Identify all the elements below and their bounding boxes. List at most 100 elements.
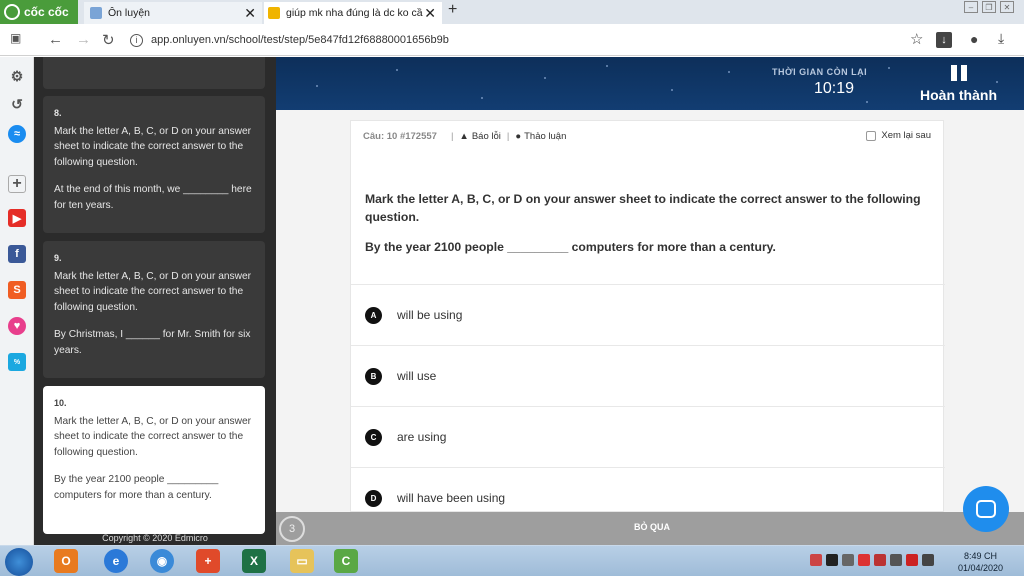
heart-app-icon[interactable]: ♥ (8, 317, 26, 335)
clock-time: 8:49 CH (964, 551, 998, 561)
question-text: By the year 2100 people _________ comput… (365, 240, 776, 254)
question-footer: 3 BỎ QUA (276, 512, 1024, 545)
settings-gear-icon[interactable]: ⚙ (8, 67, 26, 85)
excel-icon[interactable]: X (242, 549, 266, 573)
question-instruction: Mark the letter A, B, C, or D on your an… (54, 270, 252, 313)
tray-app-icon[interactable] (874, 554, 886, 566)
system-tray (810, 554, 934, 566)
coccoc-taskbar-icon[interactable]: C (334, 549, 358, 573)
option-text: will be using (397, 308, 463, 322)
finish-button[interactable]: Hoàn thành (920, 87, 997, 103)
start-button[interactable] (5, 548, 33, 576)
answer-option-a[interactable]: A will be using (351, 284, 945, 345)
close-window-icon[interactable]: ✕ (1000, 1, 1014, 13)
coccoc-menu-button[interactable]: cốc cốc (0, 0, 78, 24)
chat-support-button[interactable] (963, 486, 1009, 532)
tab-title: Ôn luyện (108, 7, 151, 19)
history-icon[interactable]: ↺ (8, 95, 26, 113)
close-tab-icon[interactable]: ✕ (244, 5, 256, 22)
question-card-9[interactable]: 9. Mark the letter A, B, C, or D on your… (43, 241, 265, 378)
browser-brand-label: cốc cốc (24, 5, 69, 19)
skip-button[interactable]: BỎ QUA (634, 522, 670, 532)
question-text: At the end of this month, we ________ he… (54, 184, 252, 211)
bookmark-star-icon[interactable]: ☆ (910, 30, 923, 48)
option-letter-badge: C (365, 428, 382, 446)
question-instruction: Mark the letter A, B, C, or D on your an… (54, 125, 252, 168)
file-explorer-icon[interactable]: ▭ (290, 549, 314, 573)
tiki-icon[interactable]: % (8, 353, 26, 371)
sidebar-toggle-icon[interactable]: ▣ (10, 31, 21, 45)
network-icon[interactable] (922, 554, 934, 566)
copyright-text: Copyright © 2020 Edmicro (102, 533, 208, 543)
divider: | (450, 131, 454, 142)
answer-option-c[interactable]: C are using (351, 406, 945, 467)
reload-icon[interactable]: ↻ (102, 31, 115, 49)
close-tab-icon[interactable]: ✕ (424, 5, 436, 22)
question-card-partial[interactable] (43, 57, 265, 89)
question-text: By Christmas, I ______ for Mr. Smith for… (54, 329, 251, 356)
pause-button[interactable] (951, 65, 967, 81)
review-later-label: Xem lại sau (881, 130, 931, 141)
volume-icon[interactable] (890, 554, 902, 566)
tab-onluyen[interactable]: Ôn luyện ✕ (84, 2, 262, 24)
question-card-10[interactable]: 10. Mark the letter A, B, C, or D on you… (43, 386, 265, 534)
comments-icon: ● (515, 131, 522, 142)
option-text: will use (397, 369, 437, 383)
url-field[interactable]: i app.onluyen.vn/school/test/step/5e847f… (130, 29, 960, 51)
restore-icon[interactable]: ❐ (982, 1, 996, 13)
minimize-icon[interactable]: – (964, 1, 978, 13)
question-instruction: Mark the letter A, B, C, or D on your an… (365, 192, 921, 224)
discuss-link[interactable]: Thảo luận (524, 131, 566, 142)
tab-hoc24[interactable]: giúp mk nha đúng là dc ko cầ ✕ (264, 2, 442, 24)
browser-tab-bar: cốc cốc Ôn luyện ✕ giúp mk nha đúng là d… (0, 0, 1024, 24)
browser-app-icon[interactable]: ◉ (150, 549, 174, 573)
forward-icon[interactable]: → (76, 31, 91, 48)
coccoc-logo-icon (4, 4, 20, 20)
tray-app-icon[interactable] (858, 554, 870, 566)
chat-bubble-icon (976, 500, 996, 518)
question-card-8[interactable]: 8. Mark the letter A, B, C, or D on your… (43, 96, 265, 233)
tray-app-icon[interactable] (906, 554, 918, 566)
outlook-icon[interactable]: O (54, 549, 78, 573)
timer-value: 10:19 (814, 80, 855, 97)
window-controls: – ❐ ✕ (964, 1, 1014, 13)
windows-taskbar: O e ◉ + X ▭ C 8:49 CH 01/04/2020 (0, 545, 1024, 576)
question-area: Câu: 10 #172557 | ▲ Báo lỗi | ● Thảo luậ… (276, 110, 1024, 512)
tray-app-icon[interactable] (842, 554, 854, 566)
download-icon[interactable]: ↓ (936, 32, 952, 48)
add-shortcut-icon[interactable]: + (8, 175, 26, 193)
question-code: Câu: 10 #172557 (363, 131, 437, 142)
review-later-checkbox[interactable] (866, 130, 877, 141)
timer-label: THỜI GIAN CÒN LẠI (772, 67, 868, 77)
onluyen-favicon-icon (90, 7, 102, 19)
shopee-icon[interactable]: S (8, 281, 26, 299)
option-letter-badge: B (365, 367, 382, 385)
answer-option-b[interactable]: B will use (351, 345, 945, 406)
new-tab-button[interactable]: + (448, 1, 457, 19)
account-icon[interactable]: ● (970, 31, 978, 47)
pause-icon (951, 65, 957, 81)
pause-icon (961, 65, 967, 81)
report-error-link[interactable]: Báo lỗi (472, 131, 501, 142)
question-box: Câu: 10 #172557 | ▲ Báo lỗi | ● Thảo luậ… (350, 120, 945, 512)
test-header: THỜI GIAN CÒN LẠI 10:19 Hoàn thành (276, 57, 1024, 110)
tab-title: giúp mk nha đúng là dc ko cầ (286, 7, 423, 19)
tray-app-icon[interactable] (810, 554, 822, 566)
messenger-icon[interactable]: ≈ (8, 125, 26, 143)
site-info-icon[interactable]: i (130, 33, 143, 47)
question-body: Mark the letter A, B, C, or D on your an… (365, 190, 925, 256)
warning-icon: ▲ (459, 131, 469, 142)
url-text: app.onluyen.vn/school/test/step/5e847fd1… (151, 34, 449, 46)
back-icon[interactable]: ← (48, 31, 63, 48)
question-text: By the year 2100 people _________ comput… (54, 474, 219, 501)
youtube-icon[interactable]: ▶ (8, 209, 26, 227)
shield-app-icon[interactable]: + (196, 549, 220, 573)
internet-explorer-icon[interactable]: e (104, 549, 128, 573)
tray-app-icon[interactable] (826, 554, 838, 566)
question-number: 9. (54, 253, 62, 263)
option-letter-badge: D (365, 489, 382, 507)
download-tray-icon[interactable]: ⤓ (998, 30, 1004, 47)
taskbar-clock[interactable]: 8:49 CH 01/04/2020 (958, 550, 1003, 574)
review-later-toggle[interactable]: Xem lại sau (866, 130, 931, 141)
facebook-icon[interactable]: f (8, 245, 26, 263)
